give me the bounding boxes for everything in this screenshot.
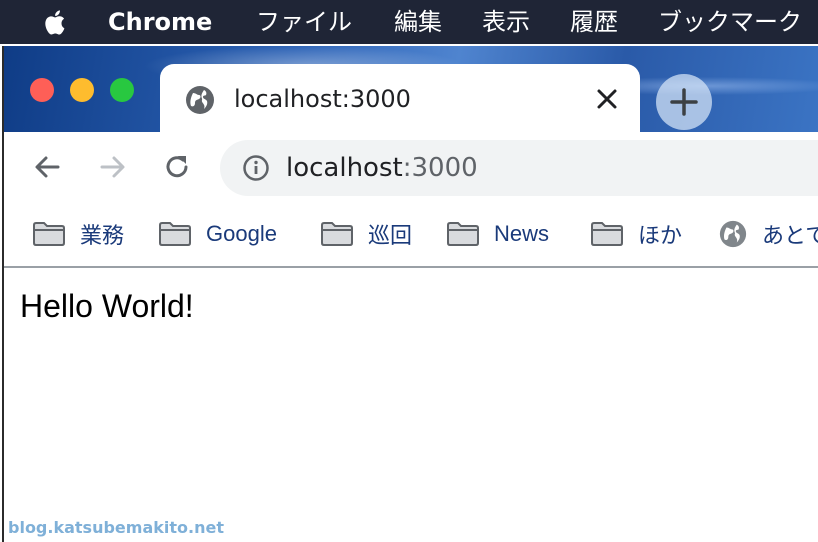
bookmark-gyomu[interactable]: 業務 [32, 202, 124, 266]
folder-icon [321, 222, 353, 246]
menu-edit[interactable]: 編集 [394, 0, 442, 44]
minimize-window-button[interactable] [70, 78, 94, 102]
menu-history[interactable]: 履歴 [570, 0, 618, 44]
bookmarks-bar: 業務 Google 巡回 News ほか あと [4, 202, 818, 268]
page-content: Hello World! [4, 268, 818, 542]
url-text: localhost:3000 [286, 140, 478, 196]
page-text: Hello World! [20, 288, 194, 324]
close-tab-icon[interactable] [596, 88, 618, 110]
globe-icon [186, 86, 214, 114]
bookmark-google[interactable]: Google [158, 202, 277, 266]
plus-icon [670, 88, 698, 116]
tab-strip: localhost:3000 [4, 46, 818, 134]
bookmark-label: Google [206, 221, 277, 246]
info-icon[interactable] [242, 154, 270, 182]
toolbar: localhost:3000 [4, 132, 818, 202]
address-bar[interactable]: localhost:3000 [220, 140, 818, 196]
reload-icon[interactable] [160, 150, 194, 184]
bookmark-label: 業務 [80, 224, 125, 249]
bookmark-label: ほか [638, 224, 683, 249]
globe-icon [719, 220, 747, 248]
folder-icon [591, 222, 623, 246]
new-tab-button[interactable] [656, 74, 712, 130]
url-port: :3000 [402, 153, 478, 183]
forward-arrow-icon[interactable] [96, 150, 130, 184]
bookmark-label: News [494, 221, 550, 246]
watermark: blog.katsubemakito.net [8, 518, 224, 537]
bookmark-news[interactable]: News [446, 202, 549, 266]
tab-localhost[interactable]: localhost:3000 [160, 64, 640, 134]
menu-view[interactable]: 表示 [482, 0, 530, 44]
bookmark-label: あとで [762, 224, 818, 249]
folder-icon [159, 222, 191, 246]
menu-bar: Chrome ファイル 編集 表示 履歴 ブックマーク [0, 0, 818, 44]
menu-bookmarks[interactable]: ブックマーク [658, 0, 802, 44]
back-arrow-icon[interactable] [30, 150, 64, 184]
folder-icon [447, 222, 479, 246]
bookmark-hoka[interactable]: ほか [590, 202, 682, 266]
bookmark-junkai[interactable]: 巡回 [320, 202, 412, 266]
bookmark-label: 巡回 [368, 224, 413, 249]
browser-window: localhost:3000 localhost:3000 業務 Google … [2, 46, 818, 542]
close-window-button[interactable] [30, 78, 54, 102]
bookmark-atode[interactable]: あとで [718, 202, 818, 266]
url-host: localhost [286, 153, 403, 183]
zoom-window-button[interactable] [110, 78, 134, 102]
apple-logo-icon[interactable] [40, 6, 72, 38]
folder-icon [33, 222, 65, 246]
menu-file[interactable]: ファイル [256, 0, 352, 44]
menu-app-chrome[interactable]: Chrome [108, 0, 212, 44]
tab-title: localhost:3000 [234, 85, 411, 113]
